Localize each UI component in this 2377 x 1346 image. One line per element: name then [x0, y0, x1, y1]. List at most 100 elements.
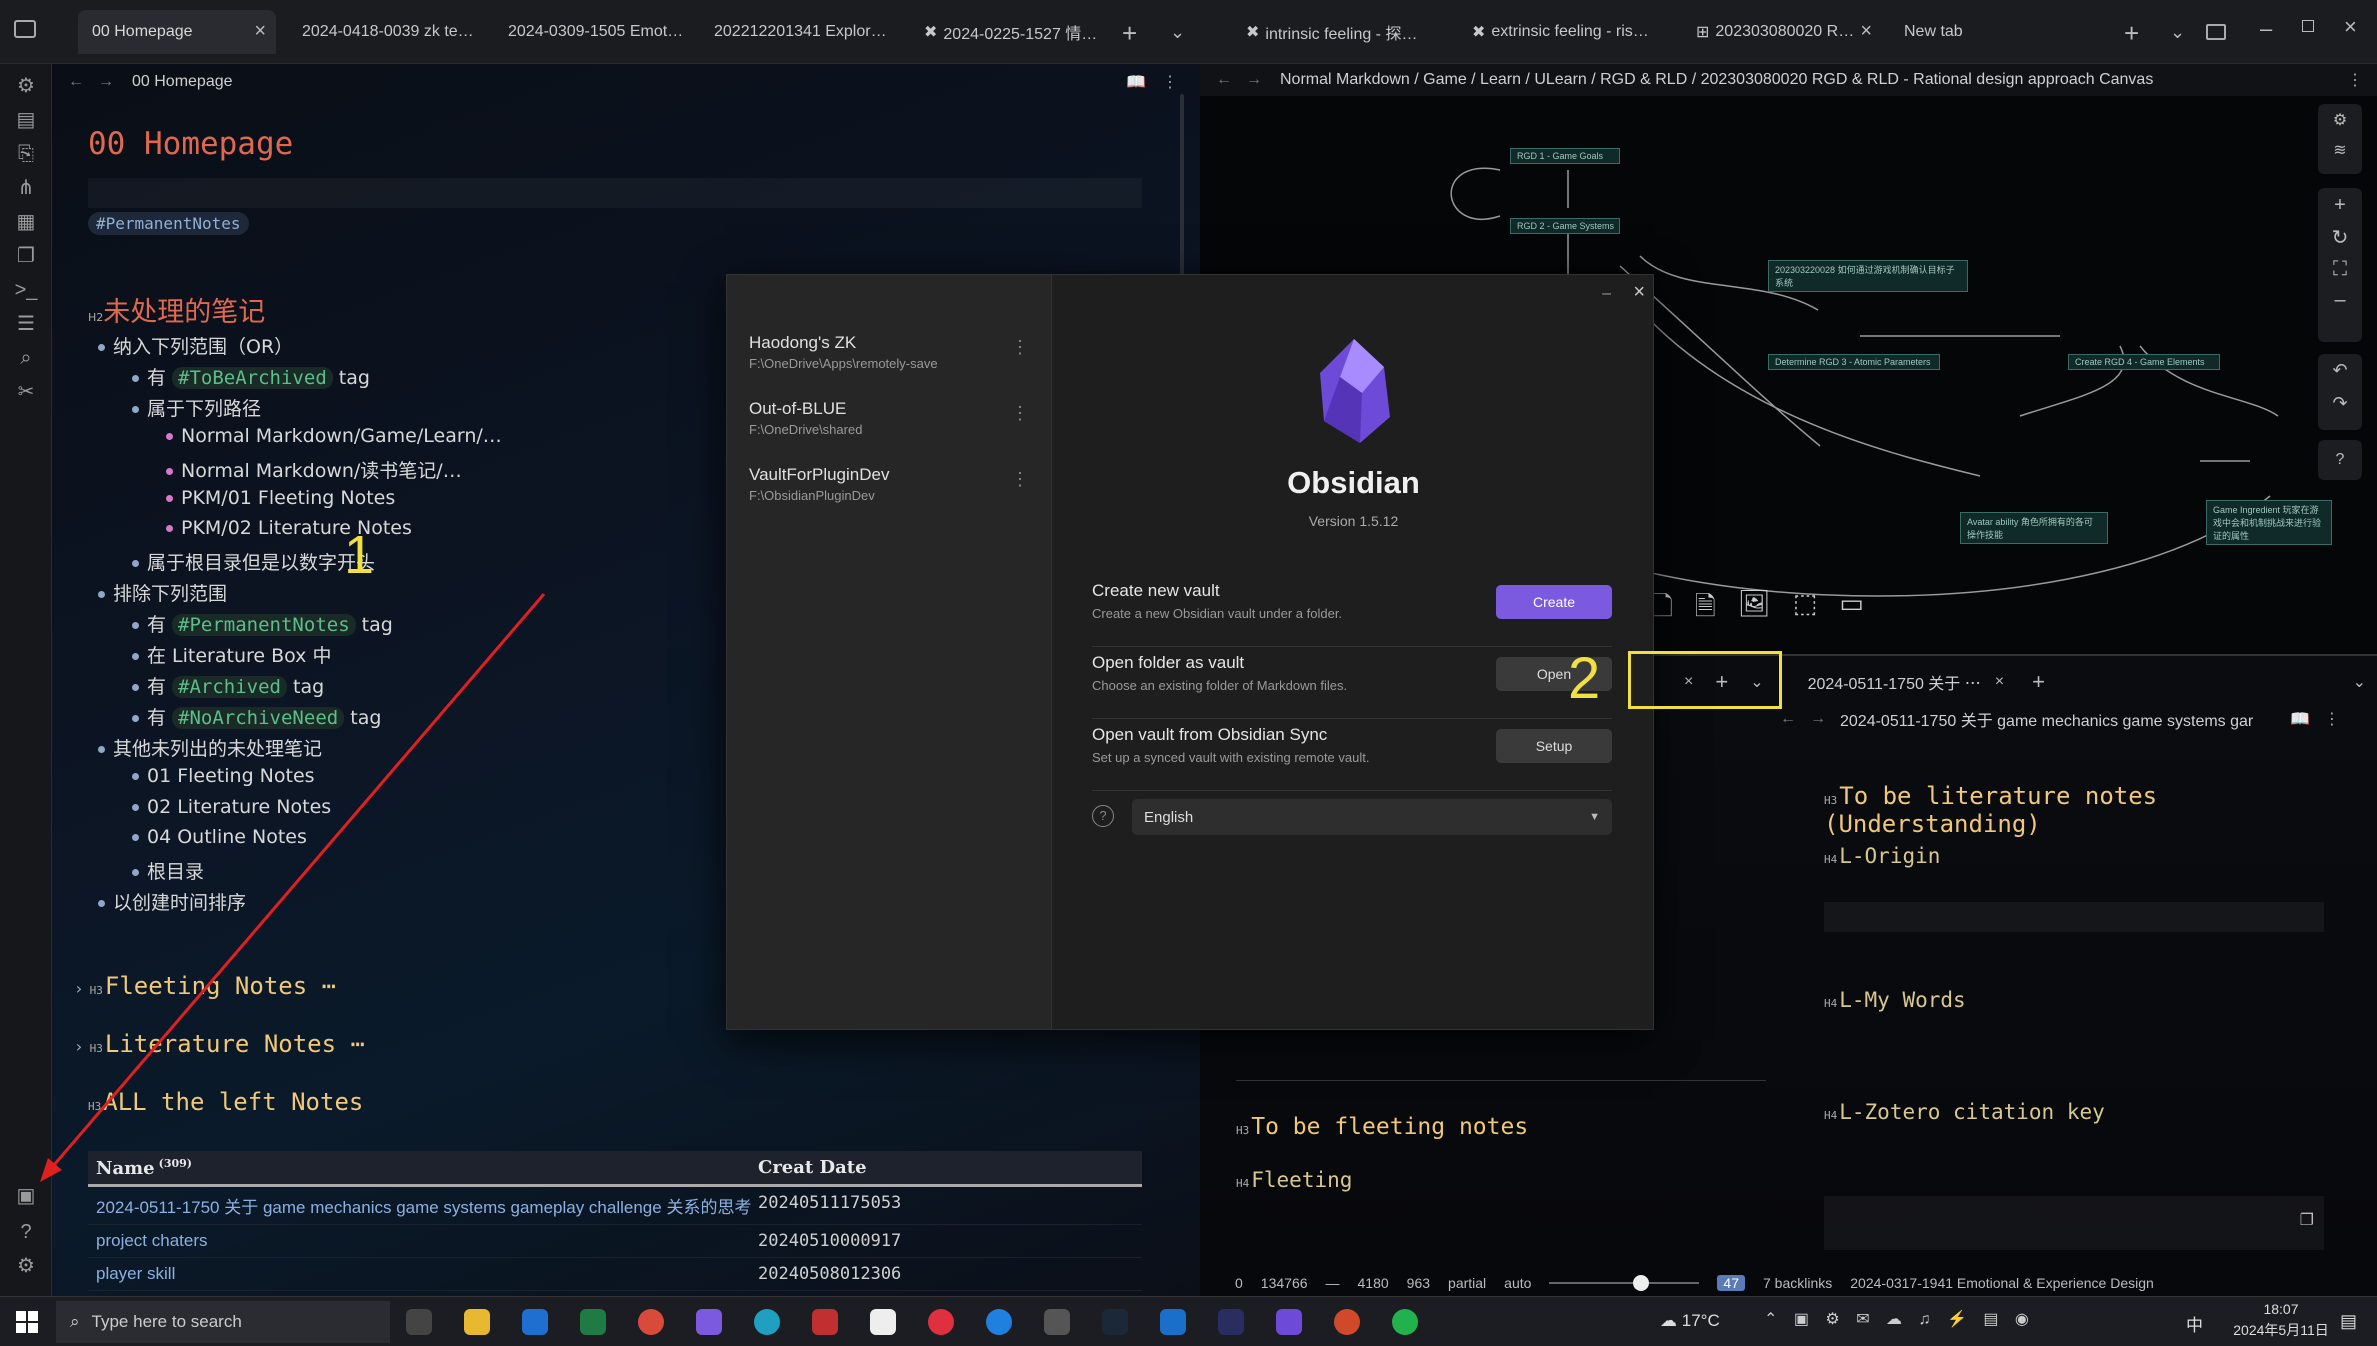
notification-icon[interactable]: ▤	[2340, 1311, 2357, 1332]
terminal-icon[interactable]: >_	[14, 278, 38, 302]
maximize-icon[interactable]	[2302, 20, 2314, 32]
canvas-node[interactable]: RGD 2 - Game Systems	[1510, 218, 1620, 234]
minimize-icon[interactable]: –	[1602, 285, 1611, 303]
trello-icon[interactable]	[1160, 1309, 1186, 1335]
chevron-right-icon[interactable]: ›	[74, 1037, 84, 1056]
note-link[interactable]: 2024-0511-1750 关于 game mechanics game sy…	[88, 1193, 758, 1218]
chevron-down-icon[interactable]: ⌄	[2353, 672, 2366, 692]
zoom-in-icon[interactable]: +	[2318, 194, 2362, 217]
tab-explor[interactable]: 202212201341 Explor…	[700, 10, 900, 54]
more-options-icon[interactable]: ⋮	[2347, 70, 2363, 90]
forward-icon[interactable]: →	[1810, 710, 1826, 728]
taskbar-search[interactable]: ⌕ Type here to search	[56, 1301, 390, 1343]
scrollbar[interactable]	[1180, 94, 1184, 294]
canvas-node[interactable]: Determine RGD 3 - Atomic Parameters	[1768, 354, 1940, 370]
back-icon[interactable]: ←	[1780, 710, 1796, 728]
setup-button[interactable]: Setup	[1496, 729, 1612, 763]
obsidian-taskbar-icon[interactable]	[696, 1309, 722, 1335]
fit-icon[interactable]: ⛶	[2318, 258, 2362, 281]
file-explorer-icon[interactable]	[464, 1309, 490, 1335]
redo-icon[interactable]: ↷	[2318, 393, 2362, 414]
reset-zoom-icon[interactable]: ↻	[2318, 225, 2362, 250]
canvas-node[interactable]: 202303220028 如何通过游戏机制确认目标子系统	[1768, 260, 1968, 292]
more-options-icon[interactable]: ⋮	[1011, 403, 1029, 424]
app-icon[interactable]	[986, 1309, 1012, 1335]
tab-homepage[interactable]: 00 Homepage ×	[78, 10, 276, 54]
table-row[interactable]: 2024-0511-1750 关于 game mechanics game sy…	[88, 1187, 1142, 1225]
media-icon[interactable]: 🖼	[1738, 588, 1771, 624]
reading-mode-icon[interactable]: 📖	[1126, 72, 1146, 92]
chevron-right-icon[interactable]: ›	[74, 979, 84, 998]
close-icon[interactable]: ×	[1995, 673, 2004, 691]
current-file[interactable]: 2024-0317-1941 Emotional & Experience De…	[1850, 1275, 2154, 1291]
minimize-icon[interactable]: –	[2260, 16, 2272, 42]
weather[interactable]: ☁ 17°C	[1660, 1311, 1720, 1331]
more-options-icon[interactable]: ⋮	[1011, 337, 1029, 358]
sliders-icon[interactable]: ≋	[2318, 140, 2362, 160]
netease-music-icon[interactable]	[928, 1309, 954, 1335]
app-icon[interactable]	[1044, 1309, 1070, 1335]
zoom-slider[interactable]	[1549, 1275, 1700, 1291]
file-import-icon[interactable]: ⎘	[14, 142, 38, 166]
close-icon[interactable]: ×	[254, 20, 266, 43]
tab-new[interactable]: New tab	[1890, 10, 2030, 54]
tab-rgd[interactable]: ⊞ 202303080020 R… ×	[1682, 10, 1882, 54]
table-row[interactable]: project chaters 20240510000917	[88, 1225, 1142, 1258]
help-icon[interactable]: ?	[1092, 805, 1114, 827]
zoom-out-icon[interactable]: –	[2318, 289, 2362, 312]
powerpoint-icon[interactable]	[1334, 1309, 1360, 1335]
file-icon[interactable]: 🗋	[1652, 588, 1673, 624]
tab-zk[interactable]: 2024-0418-0039 zk te…	[288, 10, 484, 54]
permanent-tag[interactable]: #PermanentNotes	[88, 212, 249, 235]
gear-icon[interactable]: ⚙	[14, 74, 38, 98]
chevron-down-icon[interactable]: ⌄	[2170, 22, 2185, 43]
copy-icon[interactable]: ❐	[14, 244, 38, 268]
h3-fleeting[interactable]: › H3Fleeting Notes ⋯	[74, 972, 336, 1000]
windows-start-icon[interactable]	[16, 1311, 38, 1333]
close-icon[interactable]: ×	[1860, 20, 1872, 43]
column-header-date[interactable]: Creat Date	[758, 1157, 1138, 1178]
canvas-node[interactable]: Create RGD 4 - Game Elements	[2068, 354, 2220, 370]
zotero-icon[interactable]	[812, 1309, 838, 1335]
apps-icon[interactable]: ▦	[14, 210, 38, 234]
chrome-icon[interactable]	[638, 1309, 664, 1335]
language-select[interactable]: English ▼	[1132, 799, 1612, 835]
group-icon[interactable]: ⬚	[1793, 588, 1818, 624]
back-icon[interactable]: ←	[68, 73, 84, 91]
help-icon[interactable]: ?	[2318, 440, 2362, 480]
new-tab-icon[interactable]: +	[1122, 18, 1137, 49]
vault-item[interactable]: VaultForPluginDev F:\ObsidianPluginDev ⋮	[749, 465, 1039, 503]
column-header-name[interactable]: Name (309)	[88, 1157, 758, 1179]
tag[interactable]: #ToBeArchived	[172, 366, 333, 389]
gear-icon[interactable]: ⚙	[2318, 110, 2362, 130]
tools-icon[interactable]: ✂	[14, 380, 38, 404]
notion-icon[interactable]	[870, 1309, 896, 1335]
tag[interactable]: #NoArchiveNeed	[172, 706, 345, 729]
new-tab-icon[interactable]: +	[2124, 18, 2139, 49]
steam-icon[interactable]	[1102, 1309, 1128, 1335]
more-options-icon[interactable]: ⋮	[2324, 709, 2340, 729]
tab-intrinsic[interactable]: ✖ intrinsic feeling - 探…	[1232, 10, 1452, 54]
tag[interactable]: #Archived	[172, 675, 287, 698]
new-tab-icon[interactable]: +	[2032, 669, 2045, 695]
help-icon[interactable]: ?	[14, 1220, 38, 1244]
canvas-node[interactable]: RGD 1 - Game Goals	[1510, 148, 1620, 164]
app-icon[interactable]	[1218, 1309, 1244, 1335]
chevron-down-icon[interactable]: ⌄	[1170, 22, 1185, 43]
frame-icon[interactable]: ▭	[1839, 588, 1864, 624]
forward-icon[interactable]: →	[1246, 71, 1262, 89]
tab-extrinsic[interactable]: ✖ extrinsic feeling - ris…	[1458, 10, 1676, 54]
sidebar-toggle-icon[interactable]	[14, 20, 36, 38]
excel-icon[interactable]	[580, 1309, 606, 1335]
note-link[interactable]: player skill	[88, 1264, 758, 1284]
vault-item[interactable]: Out-of-BLUE F:\OneDrive\shared ⋮	[749, 399, 1039, 437]
clock[interactable]: 18:07 2024年5月11日	[2226, 1301, 2336, 1340]
tray-icons[interactable]: ⌃ ▣ ⚙ ✉ ☁ ♫ ⚡ ▤ ◉	[1764, 1309, 2035, 1329]
h3-literature[interactable]: › H3Literature Notes ⋯	[74, 1030, 365, 1058]
vault-switcher-icon[interactable]: ▣	[14, 1184, 38, 1208]
more-options-icon[interactable]: ⋮	[1162, 72, 1178, 92]
more-options-icon[interactable]: ⋮	[1011, 469, 1029, 490]
search-icon[interactable]: ⌕	[14, 346, 38, 370]
copy-icon[interactable]: ❐	[2300, 1210, 2314, 1230]
graph-icon[interactable]: ⋔	[14, 176, 38, 200]
